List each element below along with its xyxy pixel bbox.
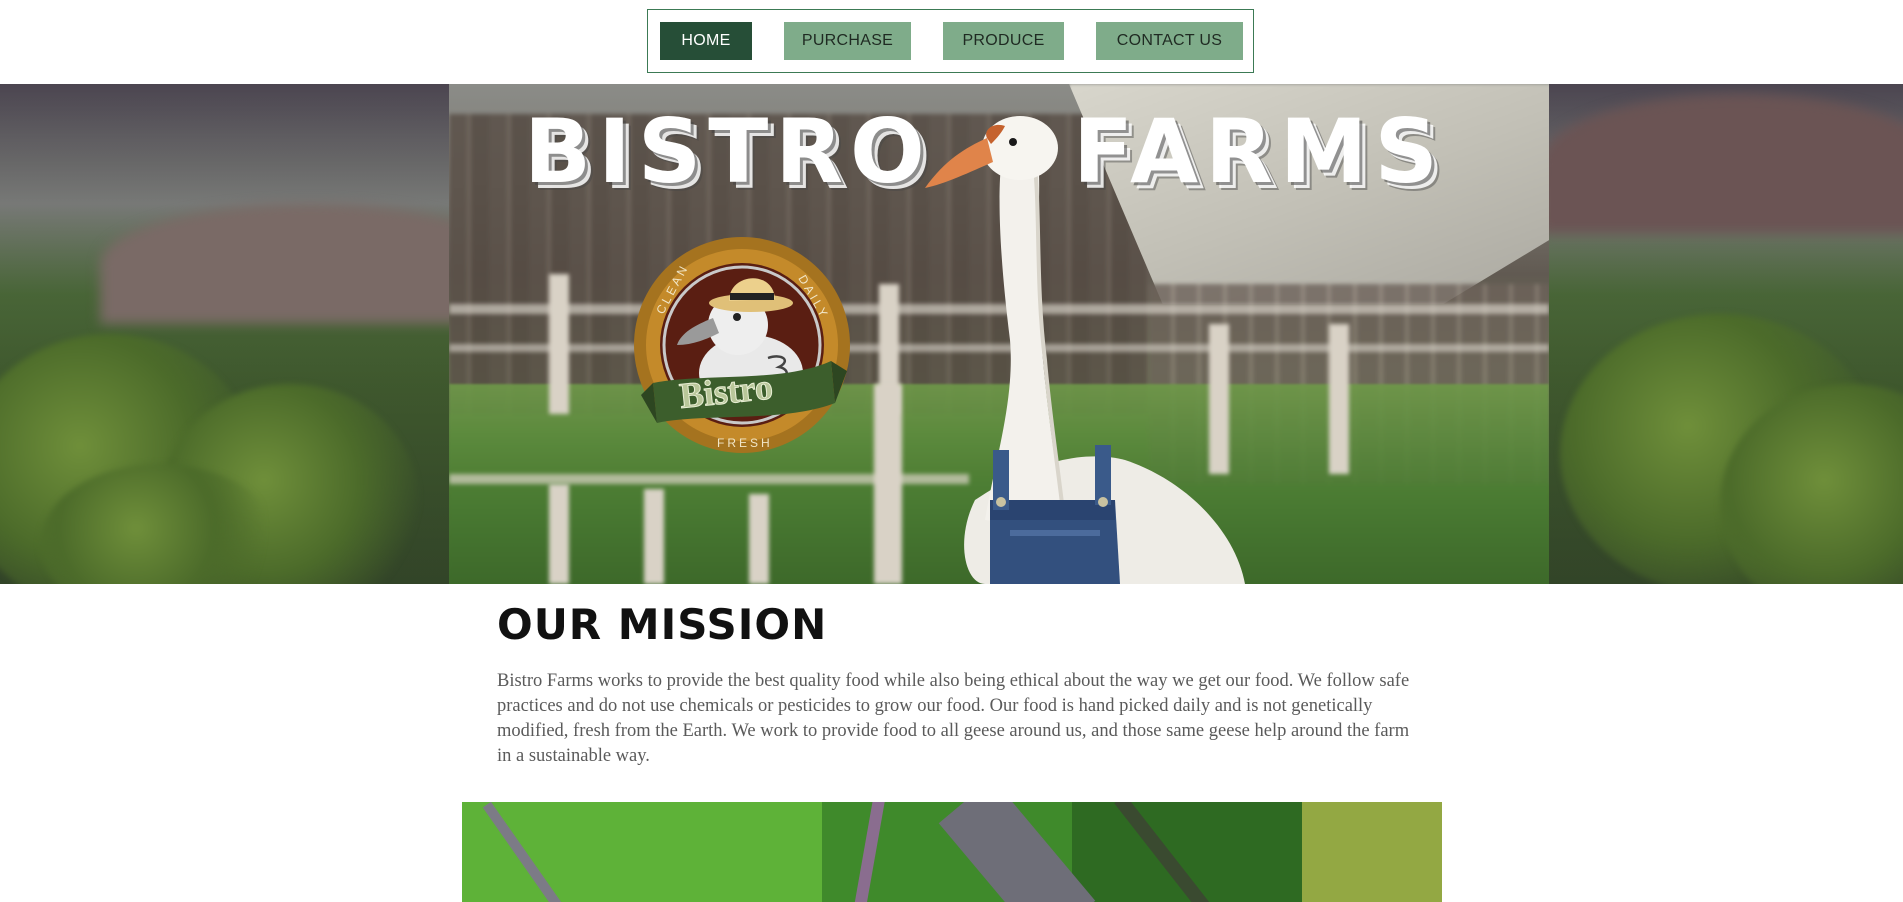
mission-heading: OUR MISSION [497,600,828,649]
nav-purchase-button[interactable]: PURCHASE [784,22,911,60]
nav-home-button[interactable]: HOME [660,22,752,60]
aerial-farm-image [462,802,1442,902]
mission-paragraph: Bistro Farms works to provide the best q… [497,671,1410,766]
hero-title-bistro: BISTRO [524,100,932,203]
nav-produce-button[interactable]: PRODUCE [943,22,1064,60]
bistro-logo: CLEAN DAILY FRESH Bistro [634,237,850,453]
goose-illustration [925,116,1245,584]
main-nav: HOME PURCHASE PRODUCE CONTACT US [647,9,1254,73]
nav-contact-us-button[interactable]: CONTACT US [1096,22,1243,60]
logo-ring-fresh: FRESH [717,436,773,450]
